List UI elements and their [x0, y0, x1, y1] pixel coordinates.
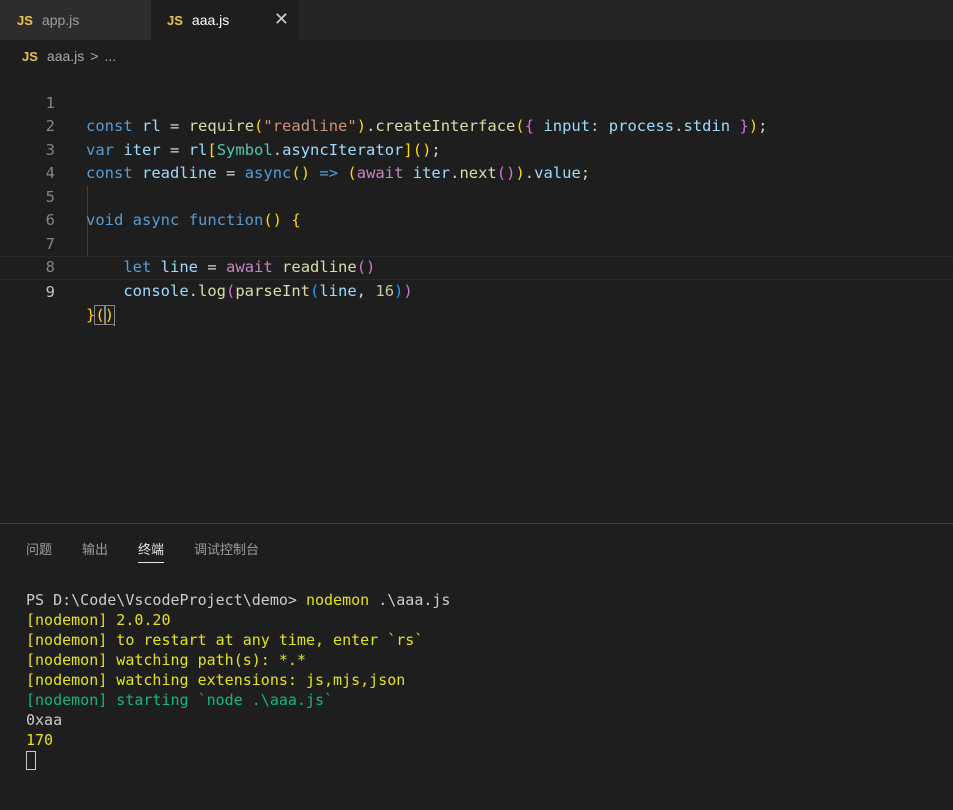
code-line: 8 console.log(parseInt(line, 16))	[0, 233, 953, 300]
code-line: 5 void async function() {	[0, 162, 953, 230]
terminal-output: 0xaa	[26, 711, 63, 729]
terminal[interactable]: PS D:\Code\VscodeProject\demo> nodemon .…	[26, 570, 450, 810]
tab-aaa-js[interactable]: JS aaa.js ✕	[151, 0, 299, 40]
code-text: console.log(parseInt(line, 16))	[123, 281, 413, 300]
terminal-line: PS D:\Code\VscodeProject\demo> nodemon .…	[26, 590, 450, 610]
tab-label: app.js	[41, 12, 80, 28]
terminal-line: [nodemon] watching path(s): *.*	[26, 651, 306, 669]
terminal-cursor	[26, 751, 36, 770]
code-line: 4	[0, 139, 953, 182]
text-cursor	[114, 305, 116, 326]
tab-debug-console[interactable]: 调试控制台	[194, 539, 259, 561]
js-file-icon: JS	[22, 48, 38, 64]
js-file-icon: JS	[167, 12, 183, 28]
chevron-right-icon: >	[90, 48, 99, 64]
terminal-line: [nodemon] watching extensions: js,mjs,js…	[26, 671, 406, 689]
code-line: 2 var iter = rl[Symbol.asyncIterator]();	[0, 92, 953, 159]
terminal-output: 170	[26, 731, 54, 749]
code-line: 6	[0, 186, 953, 229]
breadcrumb-rest[interactable]: ...	[104, 48, 116, 64]
terminal-prompt: PS D:\Code\VscodeProject\demo>	[26, 591, 306, 609]
line-number: 9	[45, 282, 55, 301]
terminal-line: [nodemon] 2.0.20	[26, 611, 171, 629]
terminal-command: nodemon	[305, 591, 370, 609]
code-line: 3 const readline = async() => (await ite…	[0, 115, 953, 183]
terminal-line: [nodemon] starting `node .\aaa.js`	[26, 691, 334, 709]
code-line-current: 9 }()	[0, 256, 953, 326]
tab-output[interactable]: 输出	[82, 539, 108, 561]
terminal-cursor-line	[26, 750, 450, 770]
breadcrumb: JS aaa.js > ...	[22, 46, 116, 66]
code-editor[interactable]: 1 const rl = require("readline").createI…	[0, 68, 953, 520]
tab-label: aaa.js	[191, 12, 230, 28]
tab-terminal[interactable]: 终端	[138, 539, 165, 563]
code-text: }()	[86, 305, 116, 326]
close-icon[interactable]: ✕	[274, 9, 289, 29]
tab-app-js[interactable]: JS app.js	[0, 0, 151, 40]
terminal-line: [nodemon] to restart at any time, enter …	[26, 631, 424, 649]
breadcrumb-file[interactable]: aaa.js	[47, 48, 84, 64]
tab-problems[interactable]: 问题	[26, 539, 52, 561]
code-line: 1 const rl = require("readline").createI…	[0, 68, 953, 136]
code-line: 7 let line = await readline()	[0, 209, 953, 277]
bottom-panel: 问题 输出 终端 调试控制台 PS D:\Code\VscodeProject\…	[0, 523, 953, 803]
js-file-icon: JS	[17, 12, 33, 28]
panel-tabs: 问题 输出 终端 调试控制台	[26, 539, 289, 563]
editor-tab-bar: JS app.js JS aaa.js ✕	[0, 0, 953, 40]
terminal-command-arg: .\aaa.js	[369, 591, 451, 609]
